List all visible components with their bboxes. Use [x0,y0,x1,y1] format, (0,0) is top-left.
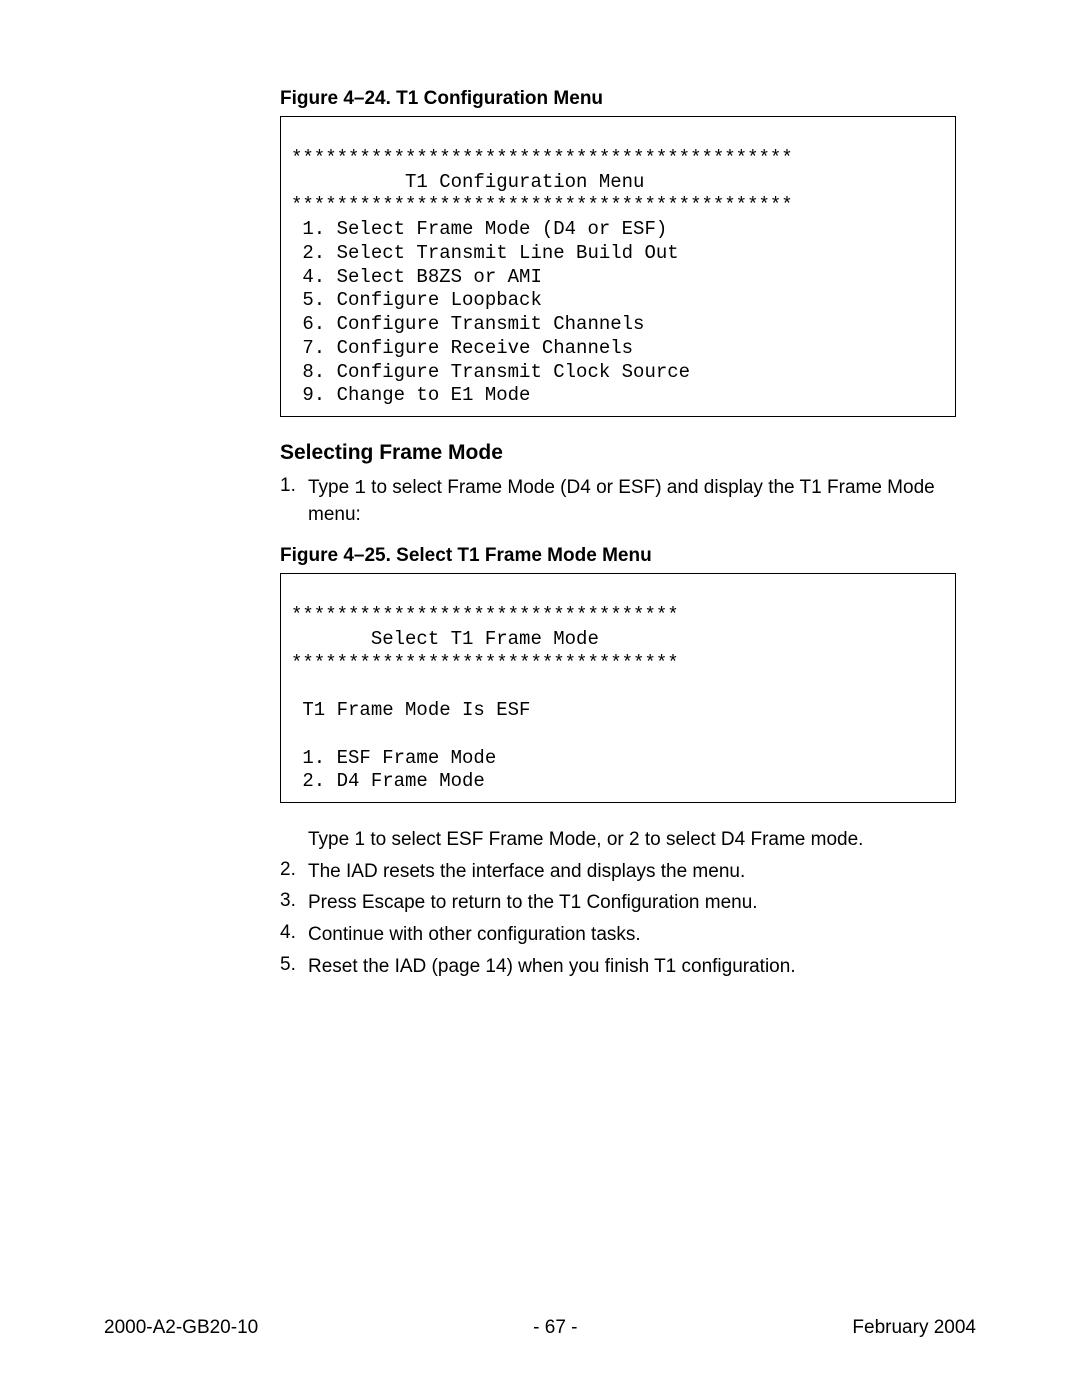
terminal-line: 6. Configure Transmit Channels [291,313,644,335]
text-fragment: to select Frame Mode (D4 or ESF) and dis… [308,477,935,525]
step-text: Type 1 to select Frame Mode (D4 or ESF) … [308,475,956,527]
terminal-box-1: ****************************************… [280,116,956,417]
step-line-3: 3. Press Escape to return to the T1 Conf… [280,890,956,916]
terminal-line: 7. Configure Receive Channels [291,337,633,359]
terminal-line: 1. Select Frame Mode (D4 or ESF) [291,218,667,240]
footer-left: 2000-A2-GB20-10 [104,1317,258,1339]
terminal-line: 2. D4 Frame Mode [291,770,485,792]
terminal-line: 1. ESF Frame Mode [291,747,496,769]
step-text: Press Escape to return to the T1 Configu… [308,890,956,916]
figure-caption-2: Figure 4–25. Select T1 Frame Mode Menu [280,545,956,567]
step-line-4: 4. Continue with other configuration tas… [280,922,956,948]
terminal-line: T1 Frame Mode Is ESF [291,699,530,721]
figure-caption-1: Figure 4–24. T1 Configuration Menu [280,88,956,110]
page-footer: 2000-A2-GB20-10 - 67 - February 2004 [104,1317,976,1339]
body-text: Type 1 to select ESF Frame Mode, or 2 to… [308,827,956,853]
terminal-line: ****************************************… [291,194,793,216]
step-text: The IAD resets the interface and display… [308,859,956,885]
terminal-line: ****************************************… [291,147,793,169]
footer-right: February 2004 [852,1317,976,1339]
terminal-line: T1 Configuration Menu [291,171,644,193]
text-fragment: Type [308,477,354,498]
footer-center: - 67 - [533,1317,577,1339]
terminal-line: 2. Select Transmit Line Build Out [291,242,679,264]
terminal-line: Select T1 Frame Mode [291,628,599,650]
step-number: 3. [280,890,308,916]
terminal-line: 5. Configure Loopback [291,289,542,311]
step-text: Reset the IAD (page 14) when you finish … [308,954,956,980]
step-number: 2. [280,859,308,885]
step-line-1: 1. Type 1 to select Frame Mode (D4 or ES… [280,475,956,527]
step-number: 1. [280,475,308,527]
section-heading: Selecting Frame Mode [280,441,956,465]
step-number: 4. [280,922,308,948]
terminal-line: 9. Change to E1 Mode [291,384,530,406]
terminal-line: ********************************** [291,604,679,626]
step-text: Continue with other configuration tasks. [308,922,956,948]
step-number: 5. [280,954,308,980]
step-line-2: 2. The IAD resets the interface and disp… [280,859,956,885]
terminal-line: ********************************** [291,652,679,674]
mono-text: 1 [354,477,365,499]
terminal-line: 8. Configure Transmit Clock Source [291,361,690,383]
terminal-line: 4. Select B8ZS or AMI [291,266,542,288]
step-line-5: 5. Reset the IAD (page 14) when you fini… [280,954,956,980]
terminal-box-2: ********************************** Selec… [280,573,956,803]
